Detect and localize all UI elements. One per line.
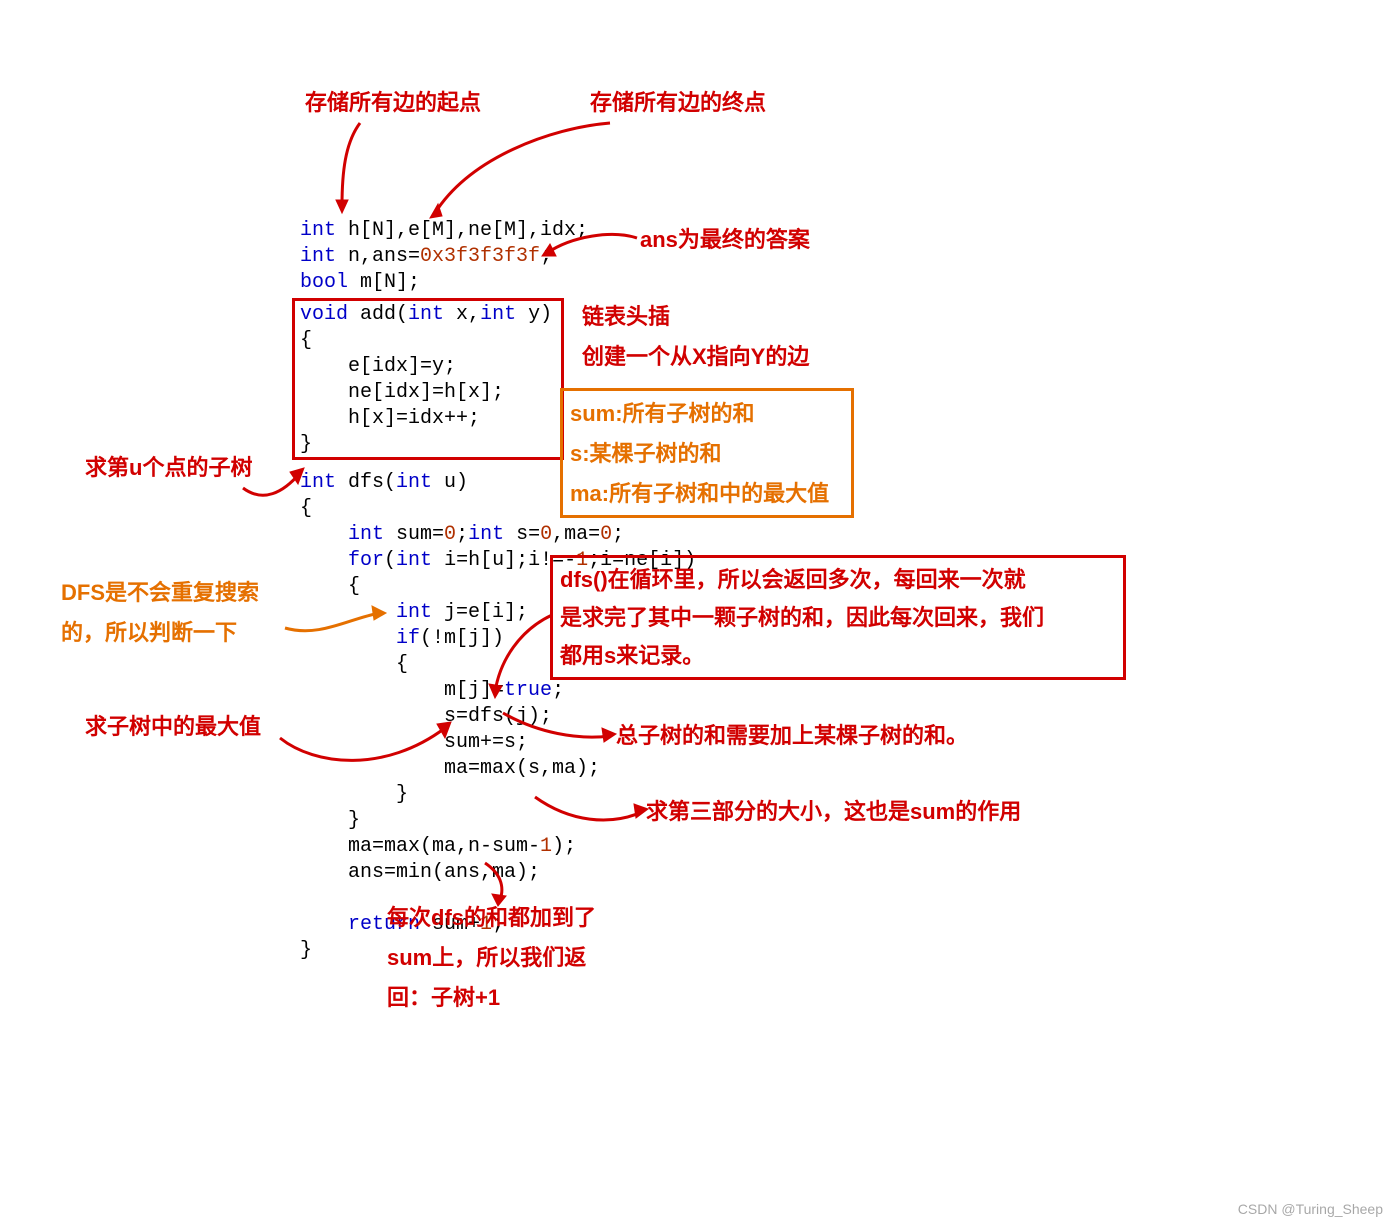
arrow-part3 <box>530 792 650 832</box>
arrow-repeat <box>280 608 388 648</box>
arrow-dfs-u <box>238 468 308 508</box>
annotation-s: s:某棵子树的和 <box>570 436 722 472</box>
annotation-repeat-1: DFS是不会重复搜索 <box>61 575 259 611</box>
annotation-return-2: sum上，所以我们返 <box>387 940 586 976</box>
annotation-loop-1: dfs()在循环里，所以会返回多次，每回来一次就 <box>560 562 1026 598</box>
arrow-max-subtree <box>275 698 455 778</box>
annotation-h-start: 存储所有边的起点 <box>305 85 481 121</box>
annotation-loop-2: 是求完了其中一颗子树的和，因此每次回来，我们 <box>560 600 1044 636</box>
watermark: CSDN @Turing_Sheep <box>1238 1201 1383 1217</box>
annotation-max-subtree: 求子树中的最大值 <box>85 709 261 745</box>
annotation-repeat-2: 的，所以判断一下 <box>61 615 237 651</box>
annotation-e-end: 存储所有边的终点 <box>590 85 766 121</box>
annotation-add-1: 链表头插 <box>582 299 670 335</box>
annotation-part3: 求第三部分的大小，这也是sum的作用 <box>646 794 1021 830</box>
annotation-dfs-u: 求第u个点的子树 <box>85 450 252 486</box>
annotation-return-3: 回：子树+1 <box>387 980 500 1016</box>
arrow-to-h <box>330 118 390 218</box>
arrow-total-sub <box>498 708 618 748</box>
annotation-loop-3: 都用s来记录。 <box>560 638 704 674</box>
arrow-loop <box>490 610 580 700</box>
arrow-to-e <box>430 118 630 228</box>
code-add: void add(int x,int y) { e[idx]=y; ne[idx… <box>300 302 552 458</box>
annotation-add-2: 创建一个从X指向Y的边 <box>582 339 809 375</box>
arrow-to-ans <box>542 228 642 268</box>
annotation-ans: ans为最终的答案 <box>640 222 810 258</box>
annotation-sum: sum:所有子树的和 <box>570 396 755 432</box>
annotation-total-sub: 总子树的和需要加上某棵子树的和。 <box>616 718 968 754</box>
annotation-return-1: 每次dfs的和都加到了 <box>387 900 596 936</box>
